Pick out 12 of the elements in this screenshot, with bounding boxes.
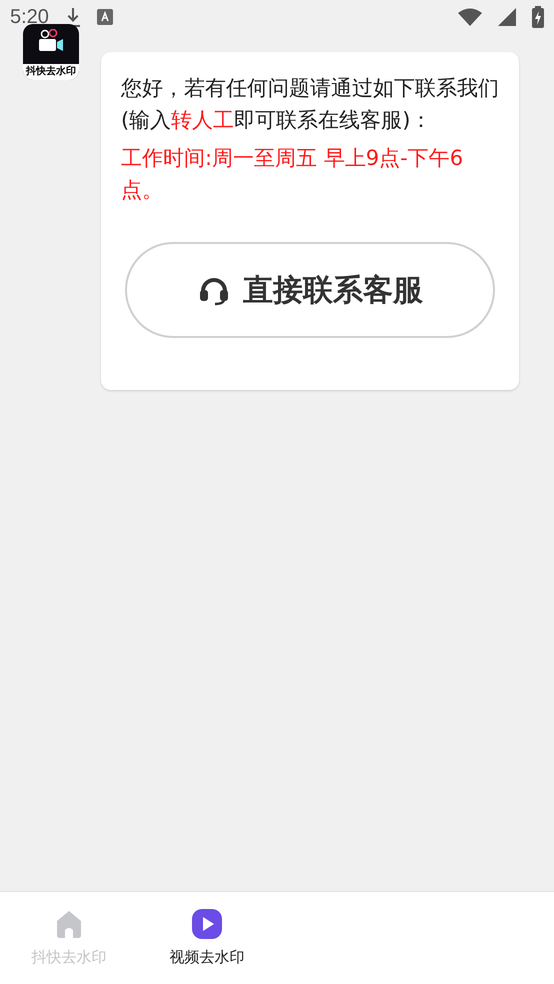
status-time: 5:20	[10, 5, 49, 30]
message-text: 您好，若有任何问题请通过如下联系我们(输入转人工即可联系在线客服)：	[121, 75, 499, 134]
wifi-icon	[458, 8, 482, 26]
keyboard-icon	[96, 9, 113, 25]
camera-icon	[38, 29, 64, 53]
battery-icon	[532, 6, 544, 28]
working-hours-text: 工作时间:周一至周五 早上9点-下午6点。	[121, 145, 464, 204]
nav-tab[interactable]: 视频去水印	[138, 892, 276, 984]
contact-service-button[interactable]: 直接联系客服	[125, 242, 495, 338]
play-icon	[191, 908, 223, 940]
signal-icon	[498, 8, 516, 26]
logo-text: 抖快去水印	[23, 64, 79, 80]
